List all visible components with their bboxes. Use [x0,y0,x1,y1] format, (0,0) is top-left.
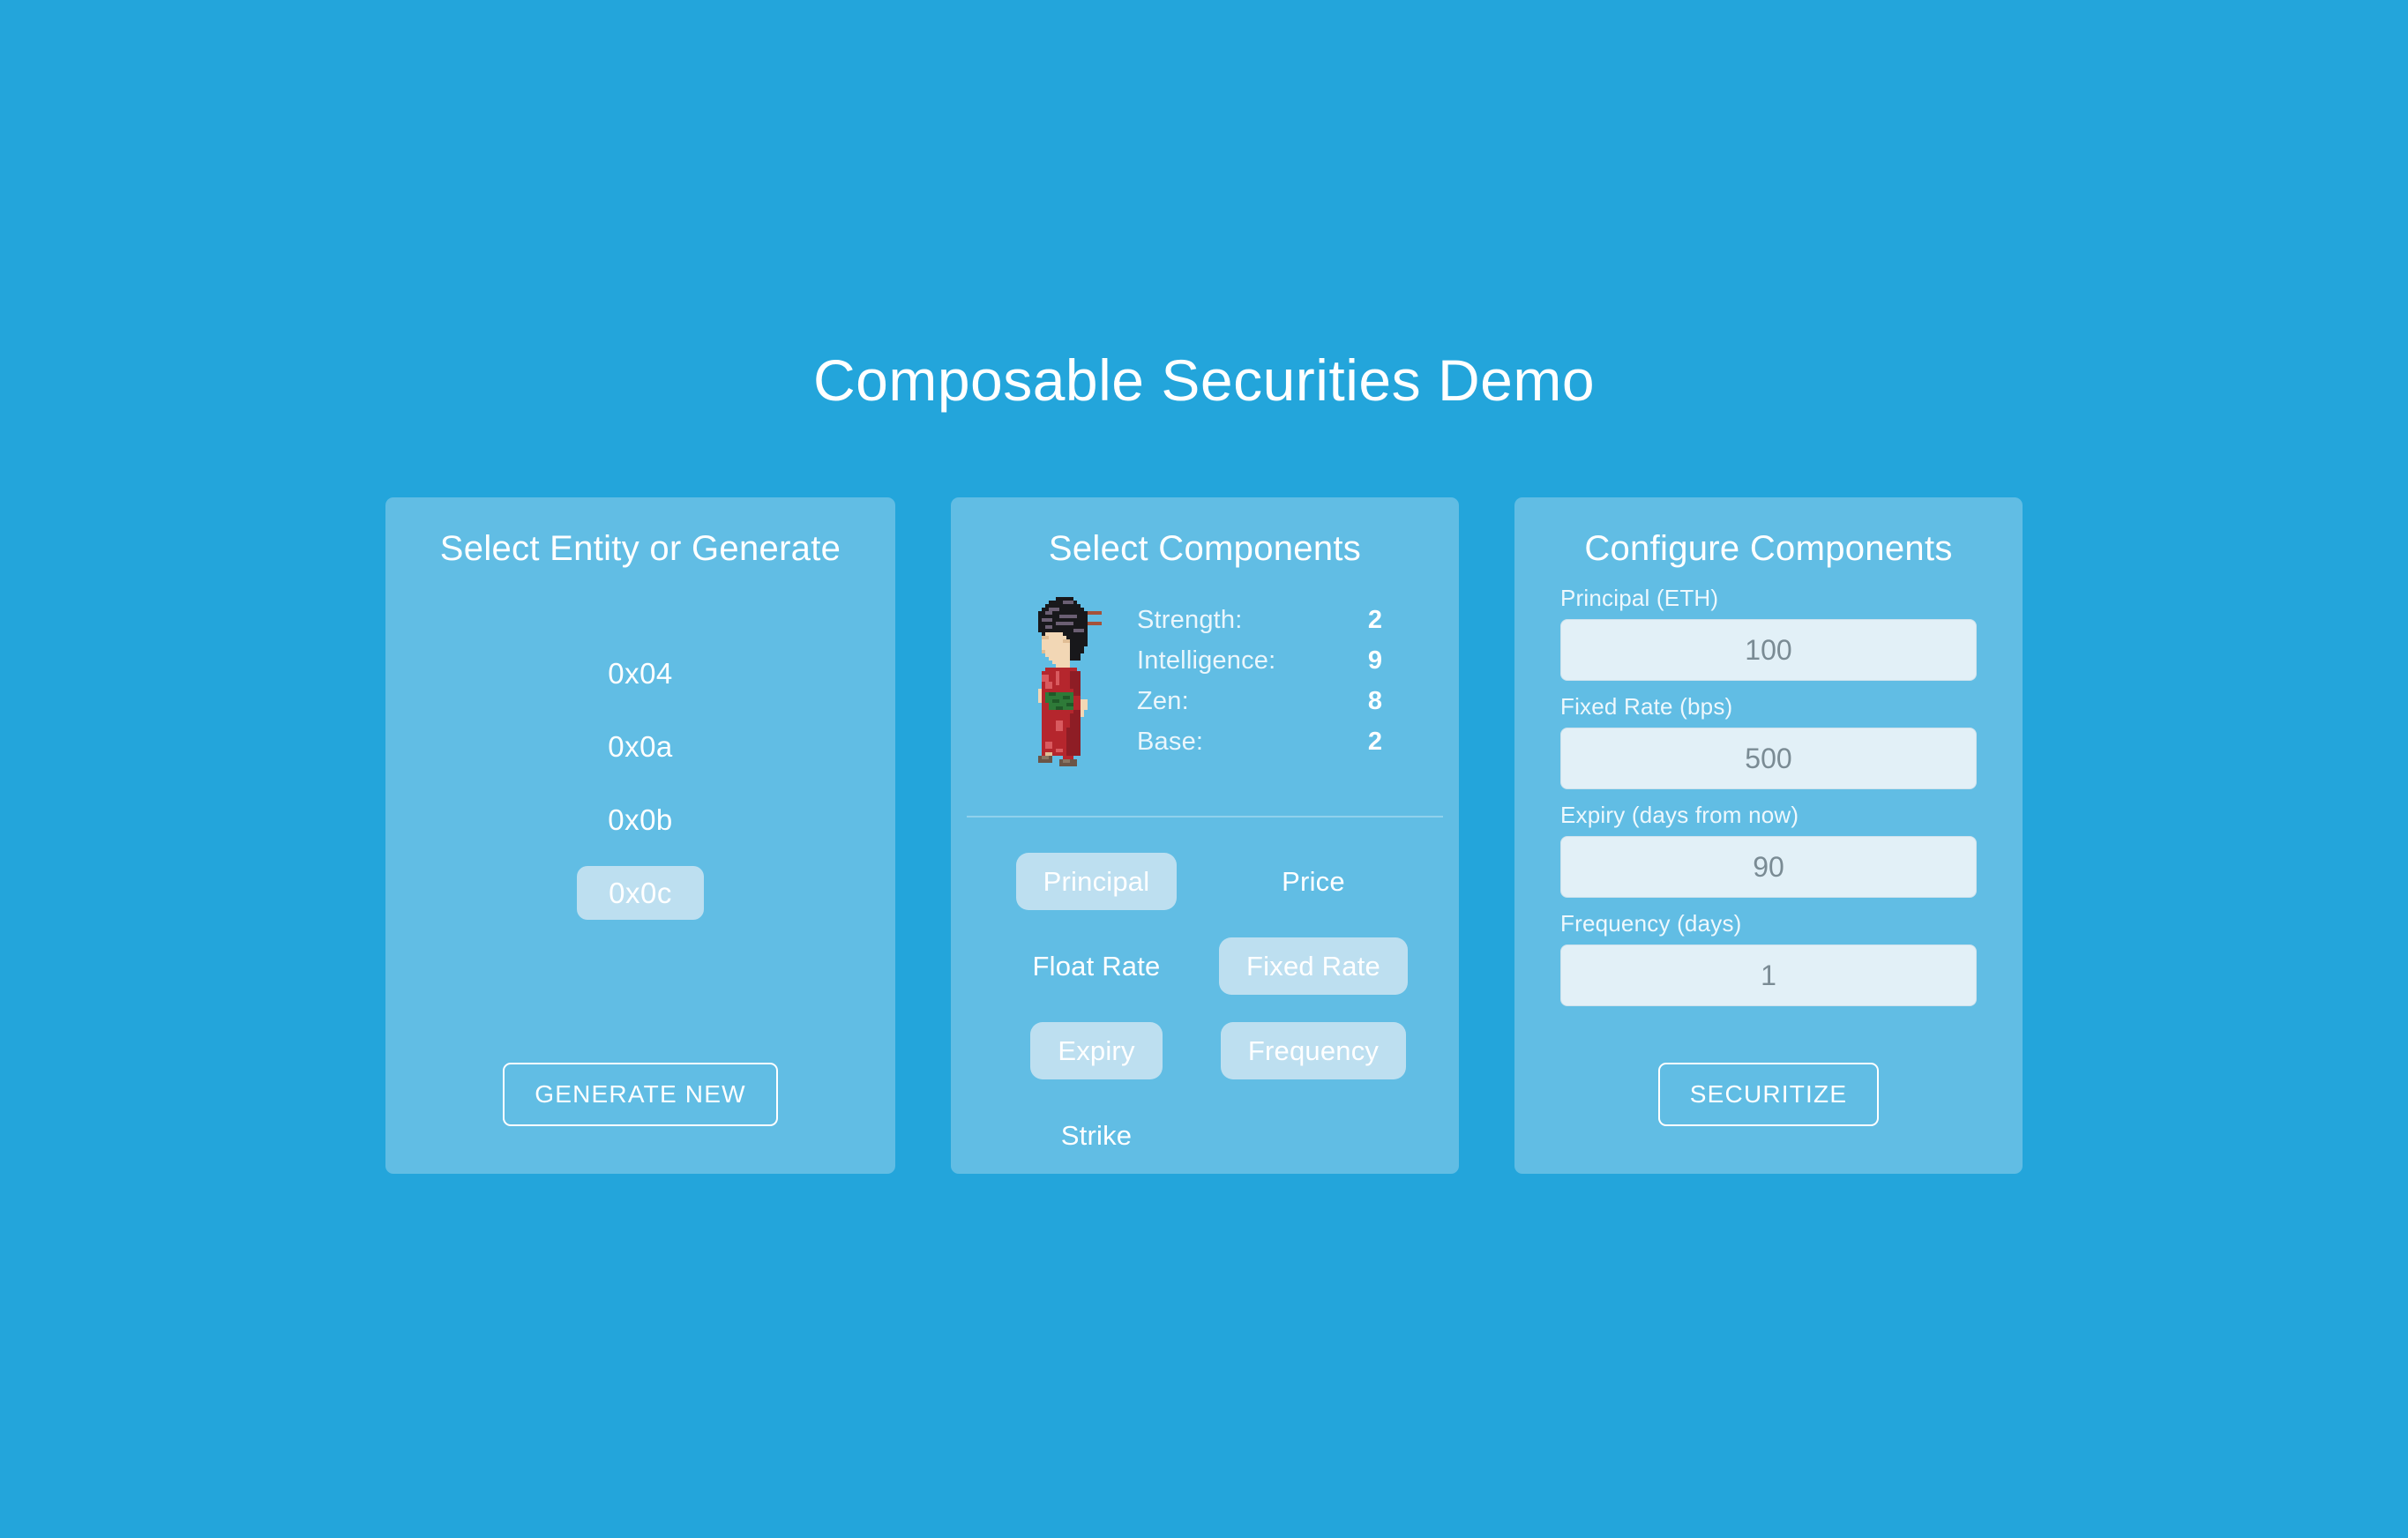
entity-preview: Strength: 2 Intelligence: 9 Zen: 8 Base: 2 [951,569,1459,800]
stat-value: 9 [1367,646,1382,675]
configure-form: Principal (ETH) Fixed Rate (bps) Expiry (d… [1514,569,2023,1006]
component-chip-strike[interactable]: Strike [1034,1107,1159,1164]
app-root: Composable Securities Demo Select Entity… [0,0,2408,1538]
entity-item[interactable]: 0x04 [576,646,705,700]
field-input-fixed-rate-bps[interactable] [1560,728,1977,789]
stat-row: Zen: 8 [1137,687,1382,716]
pixel-character-kimono-sprite [1028,594,1102,770]
form-field: Expiry (days from now) [1560,802,1977,898]
field-label: Fixed Rate (bps) [1560,693,1733,720]
entity-stats: Strength: 2 Intelligence: 9 Zen: 8 Base: 2 [1137,594,1382,768]
field-input-frequency-days[interactable] [1560,944,1977,1006]
field-label: Frequency (days) [1560,910,1742,937]
panel-configure-components: Configure Components Principal (ETH) Fixe… [1514,497,2023,1174]
entity-item[interactable]: 0x0c [577,866,704,920]
component-chip-float-rate[interactable]: Float Rate [1005,937,1187,995]
panel-configure-components-title: Configure Components [1584,529,1953,568]
stat-label: Base: [1137,728,1204,756]
component-chip-fixed-rate[interactable]: Fixed Rate [1219,937,1408,995]
field-input-expiry-days-from-now[interactable] [1560,836,1977,898]
form-field: Frequency (days) [1560,910,1977,1006]
stat-value: 2 [1367,728,1382,756]
securitize-button-wrap: SECURITIZE [1514,1063,2023,1126]
form-field: Fixed Rate (bps) [1560,693,1977,789]
panels-row: Select Entity or Generate 0x04 0x0a 0x0b 0x… [385,497,2023,1174]
entity-item[interactable]: 0x0a [576,720,705,773]
entity-list: 0x04 0x0a 0x0b 0x0c [385,646,895,920]
field-input-principal-eth[interactable] [1560,619,1977,681]
entity-item[interactable]: 0x0b [576,793,705,847]
component-chip-frequency[interactable]: Frequency [1220,1021,1407,1079]
securitize-button[interactable]: SECURITIZE [1657,1063,1880,1126]
form-field: Principal (ETH) [1560,585,1977,681]
panel-select-components: Select Components Strength: 2 Intelligen… [951,497,1459,1174]
stat-row: Strength: 2 [1137,606,1382,635]
generate-button-wrap: GENERATE NEW [385,1063,895,1126]
component-chip-principal[interactable]: Principal [1015,852,1178,910]
stat-label: Intelligence: [1137,646,1276,675]
stat-label: Zen: [1137,687,1189,715]
stat-value: 2 [1367,606,1382,634]
panel-select-entity-title: Select Entity or Generate [439,529,841,568]
component-chip-expiry[interactable]: Expiry [1030,1021,1163,1079]
page-title: Composable Securities Demo [812,347,1596,413]
field-label: Expiry (days from now) [1560,802,1799,828]
field-label: Principal (ETH) [1560,585,1719,611]
panel-select-entity: Select Entity or Generate 0x04 0x0a 0x0b 0x… [385,497,895,1174]
stat-row: Intelligence: 9 [1137,646,1382,676]
stat-value: 8 [1367,687,1382,715]
component-chip-grid: Principal Price Float Rate Fixed Rate Expiry… [951,839,1459,1177]
generate-new-button[interactable]: GENERATE NEW [503,1063,778,1126]
component-chip-price[interactable]: Price [1254,853,1372,910]
stat-label: Strength: [1137,606,1243,634]
panel-divider [967,816,1443,818]
panel-select-components-title: Select Components [1048,529,1362,568]
stat-row: Base: 2 [1137,728,1382,757]
